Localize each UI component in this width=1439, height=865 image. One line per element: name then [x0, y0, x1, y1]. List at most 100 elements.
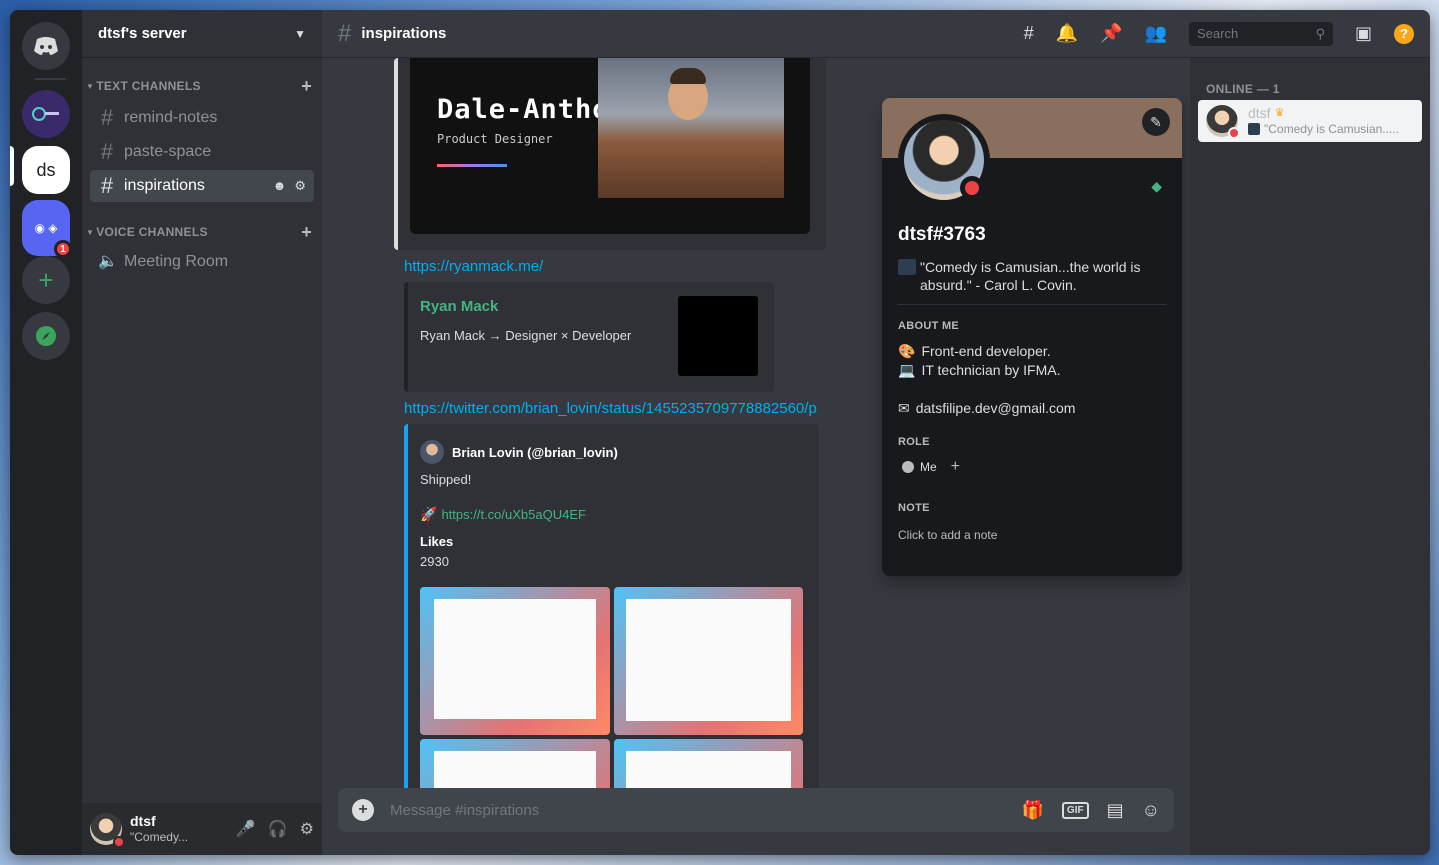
gear-icon[interactable]: ⚙ — [300, 819, 314, 839]
voice-channel-meeting-room[interactable]: 🔈 Meeting Room — [90, 246, 314, 278]
server-ds-label: ds — [36, 159, 56, 180]
tweet-embed: Brian Lovin (@brian_lovin) Shipped! 🚀 ht… — [404, 424, 819, 788]
role-color-dot — [902, 461, 914, 473]
username: dtsf — [130, 813, 156, 829]
online-header: ONLINE — 1 — [1206, 82, 1280, 96]
profile-avatar[interactable] — [898, 114, 990, 206]
about-text: IT technician by IFMA. — [921, 362, 1061, 378]
threads-icon[interactable]: # — [1024, 23, 1034, 44]
search-input[interactable]: Search ⚲ — [1188, 21, 1333, 46]
email-text: datsfilipe.dev@gmail.com — [915, 400, 1076, 416]
voice-channels-category[interactable]: ▼ VOICE CHANNELS + — [82, 222, 322, 242]
dnd-status-icon — [113, 836, 125, 848]
channel-label: Meeting Room — [124, 253, 229, 270]
sticker-icon[interactable]: ▤ — [1107, 800, 1124, 821]
gift-icon[interactable]: 🎁 — [1022, 800, 1044, 821]
status-emoji-icon — [898, 259, 916, 275]
add-channel-icon[interactable]: + — [301, 76, 312, 97]
headphones-icon — [32, 107, 59, 121]
plus-icon: + — [38, 265, 54, 295]
pin-icon[interactable]: 📌 — [1100, 23, 1122, 44]
compass-icon — [36, 326, 56, 346]
message-link[interactable]: https://ryanmack.me/ — [404, 258, 543, 275]
app-window: ds ◉ ◈ 1 + dtsf's server ▼ ▼ TEXT CHANNEL… — [10, 10, 1430, 855]
embed-thumbnail[interactable] — [678, 296, 758, 376]
channel-title: inspirations — [361, 25, 447, 42]
profile-divider — [898, 304, 1166, 305]
attach-plus-icon[interactable]: + — [352, 799, 374, 821]
emoji-icon[interactable]: ☺ — [1142, 800, 1160, 821]
about-email: ✉ datsfilipe.dev@gmail.com — [898, 399, 1166, 418]
folder-icons: ◉ ◈ — [34, 221, 58, 235]
member-name: dtsf — [1248, 105, 1271, 121]
tweet-image[interactable] — [614, 587, 803, 735]
portfolio-card[interactable]: Dale-Anthony Product Designer — [410, 58, 810, 234]
tweet-author: Brian Lovin (@brian_lovin) — [452, 444, 618, 460]
tweet-image[interactable] — [420, 739, 610, 788]
avatar[interactable] — [90, 813, 125, 848]
likes-label: Likes — [420, 534, 454, 549]
channel-sidebar: dtsf's server ▼ ▼ TEXT CHANNELS + # remin… — [82, 10, 322, 855]
channel-remind-notes[interactable]: # remind-notes — [90, 102, 314, 134]
channel-label: inspirations — [124, 177, 205, 194]
inbox-icon[interactable]: ▣ — [1355, 23, 1372, 44]
edit-pencil-icon[interactable]: ✎ — [1142, 108, 1170, 136]
channel-inspirations[interactable]: # inspirations ☻ ⚙ — [90, 170, 314, 202]
embed-description: Ryan Mack → Designer × Developer — [420, 328, 632, 343]
user-status: "Comedy... — [130, 830, 189, 844]
tweet-image[interactable] — [614, 739, 803, 788]
mention-badge: 1 — [54, 240, 72, 258]
note-heading: NOTE — [898, 502, 930, 514]
dnd-status-icon — [1228, 127, 1240, 139]
explore-servers-button[interactable] — [22, 312, 70, 360]
message-composer[interactable]: + Message #inspirations 🎁 GIF ▤ ☺ — [338, 788, 1174, 832]
server-header[interactable]: dtsf's server ▼ — [82, 10, 322, 58]
search-placeholder: Search — [1196, 26, 1239, 41]
user-profile-popout: ✎ ◆ dtsf#3763 "Comedy is Camusian...the … — [882, 98, 1182, 576]
help-icon[interactable]: ? — [1394, 23, 1414, 44]
embed-title[interactable]: Ryan Mack — [420, 298, 498, 315]
deafen-icon[interactable]: 🎧 — [268, 819, 288, 839]
server-icon-radioh[interactable] — [22, 90, 70, 138]
tweet-author-row[interactable]: Brian Lovin (@brian_lovin) — [420, 440, 618, 464]
hypesquad-badge-icon: ◆ — [1151, 178, 1162, 194]
about-text: Front-end developer. — [921, 343, 1051, 359]
add-server-button[interactable]: + — [22, 256, 70, 304]
gradient-underline — [437, 164, 507, 167]
add-role-icon[interactable]: + — [951, 458, 960, 476]
tweet-image[interactable] — [420, 587, 610, 735]
server-icon-ds[interactable]: ds — [22, 146, 70, 194]
role-pill[interactable]: Me — [898, 458, 941, 476]
role-heading: ROLE — [898, 436, 930, 448]
avatar — [1206, 105, 1240, 139]
tweet-link[interactable]: https://t.co/uXb5aQU4EF — [441, 507, 586, 522]
envelope-icon: ✉ — [898, 400, 910, 416]
rail-separator — [34, 78, 66, 80]
gif-icon[interactable]: GIF — [1061, 801, 1089, 819]
text-channels-category[interactable]: ▼ TEXT CHANNELS + — [82, 76, 322, 96]
channel-label: remind-notes — [124, 109, 218, 126]
member-list: ONLINE — 1 dtsf ♛ "Comedy is Camusian...… — [1190, 58, 1430, 855]
note-input[interactable]: Click to add a note — [898, 528, 1166, 542]
channel-paste-space[interactable]: # paste-space — [90, 136, 314, 168]
bell-icon[interactable]: 🔔 — [1056, 23, 1078, 44]
gear-icon[interactable]: ⚙ — [294, 178, 306, 194]
category-label: VOICE CHANNELS — [96, 225, 208, 239]
members-icon[interactable]: 👥 — [1145, 23, 1167, 44]
server-folder[interactable]: ◉ ◈ 1 — [22, 200, 72, 258]
add-channel-icon[interactable]: + — [301, 222, 312, 243]
member-row[interactable]: dtsf ♛ "Comedy is Camusian..... — [1198, 100, 1422, 142]
user-names[interactable]: dtsf "Comedy... — [130, 813, 188, 845]
composer-placeholder: Message #inspirations — [390, 801, 540, 819]
home-button[interactable] — [22, 22, 70, 70]
link-embed: Ryan Mack Ryan Mack → Designer × Develop… — [404, 282, 774, 392]
invite-icon[interactable]: ☻ — [273, 178, 287, 194]
hash-icon: # — [100, 173, 114, 198]
mute-mic-icon[interactable]: 🎤 — [236, 819, 256, 839]
message-link[interactable]: https://twitter.com/brian_lovin/status/1… — [404, 400, 817, 417]
chevron-down-icon: ▼ — [86, 81, 95, 91]
category-label: TEXT CHANNELS — [96, 79, 201, 93]
channel-label: paste-space — [124, 143, 212, 160]
server-rail: ds ◉ ◈ 1 + — [10, 10, 82, 855]
chevron-down-icon: ▼ — [86, 227, 95, 237]
